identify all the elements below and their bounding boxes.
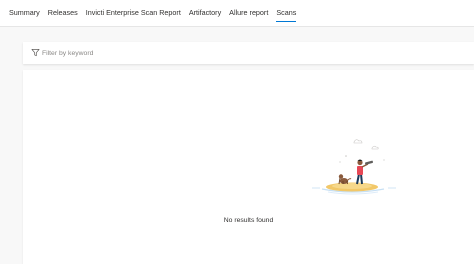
island-illustration: [312, 139, 396, 195]
tab-list: Summary Releases Invicti Enterprise Scan…: [9, 8, 296, 22]
filter-keyword-input[interactable]: [42, 46, 462, 60]
tab-allure-report[interactable]: Allure report: [229, 8, 268, 20]
filter-bar: [23, 42, 474, 64]
tab-artifactory[interactable]: Artifactory: [189, 8, 221, 20]
tab-invicti-enterprise-scan-report[interactable]: Invicti Enterprise Scan Report: [86, 8, 181, 20]
no-results-message: No results found: [223, 217, 274, 224]
filter-icon: [31, 48, 40, 57]
tab-scans[interactable]: Scans: [276, 8, 296, 22]
tab-summary[interactable]: Summary: [9, 8, 40, 20]
tab-releases[interactable]: Releases: [48, 8, 78, 20]
tab-bar: Summary Releases Invicti Enterprise Scan…: [0, 0, 474, 27]
scans-results-panel: No results found: [23, 70, 474, 264]
